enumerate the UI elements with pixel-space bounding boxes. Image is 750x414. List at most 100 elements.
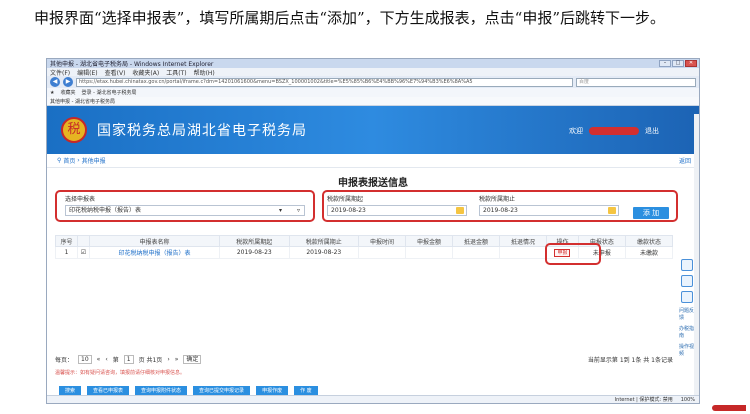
back-arrow-icon[interactable]: ◀ xyxy=(50,77,60,87)
page-input[interactable]: 1 xyxy=(123,355,134,364)
col-amount: 申报金额 xyxy=(405,235,454,247)
minimize-button[interactable]: – xyxy=(659,60,671,67)
tab-current[interactable]: 其他申报 - 湖北省电子税务局 xyxy=(50,98,115,105)
breadcrumb-current[interactable]: 其他申报 xyxy=(82,156,106,165)
row-name-link[interactable]: 印花税纳税申报（报告）表 xyxy=(89,246,220,259)
last-page-icon[interactable]: » xyxy=(175,356,179,363)
report-select-label: 选择申报表 xyxy=(65,196,96,203)
pagination: 每页： 10 « ‹ 第 1 页 共1页 › » 确定 当前显示第 1到 1条 … xyxy=(55,355,673,364)
report-form: 选择申报表 印花税纳税申报（报告）表 ▾ ▿ 税款所属期起 2019-08-23… xyxy=(47,190,699,226)
period-end-value: 2019-08-23 xyxy=(483,207,518,214)
prev-page-icon[interactable]: ‹ xyxy=(105,356,107,363)
menu-file[interactable]: 文件(F) xyxy=(50,68,70,77)
period-end-label: 税款所属期止 xyxy=(479,196,516,203)
maximize-button[interactable]: □ xyxy=(672,60,684,67)
add-button[interactable]: 添 加 xyxy=(633,207,669,219)
zone-status: Internet | 保护模式: 禁用 xyxy=(614,397,673,403)
page-title: 申报表报送信息 xyxy=(338,178,408,189)
side-video[interactable]: 操作视频 xyxy=(679,343,695,357)
corner-logo xyxy=(712,405,746,411)
col-refund-status: 抵退情况 xyxy=(499,235,547,247)
col-time: 申报时间 xyxy=(358,235,407,247)
row-time xyxy=(358,246,407,259)
row-amount xyxy=(405,246,454,259)
filter-icon[interactable]: ▿ xyxy=(297,206,300,215)
col-start: 税款所属期起 xyxy=(219,235,290,247)
menu-edit[interactable]: 编辑(E) xyxy=(77,68,97,77)
menu-view[interactable]: 查看(V) xyxy=(105,68,126,77)
period-end-group: 税款所属期止 2019-08-23 xyxy=(479,194,619,216)
calendar-icon[interactable] xyxy=(456,207,464,214)
highlight-declare xyxy=(545,243,601,265)
page-label: 第 xyxy=(112,357,119,364)
user-area: 欢迎 退出 xyxy=(569,126,659,136)
instruction-caption: 申报界面“选择申报表”，填写所属期后点击“添加”，下方生成报表，点击“申报”后跳… xyxy=(34,9,666,27)
site-banner: 税 国家税务总局湖北省电子税务局 欢迎 退出 xyxy=(47,106,699,154)
period-start-value: 2019-08-23 xyxy=(331,207,366,214)
favorite-link-login[interactable]: 登录 - 湖北省电子税务局 xyxy=(82,89,137,96)
report-select[interactable]: 印花税纳税申报（报告）表 ▾ ▿ xyxy=(65,205,305,216)
next-page-icon[interactable]: › xyxy=(167,356,169,363)
forward-arrow-icon[interactable]: ▶ xyxy=(63,77,73,87)
favorites-star-icon[interactable]: ★ xyxy=(50,90,54,96)
col-refund: 抵退金额 xyxy=(452,235,501,247)
location-pin-icon: ⚲ xyxy=(57,157,62,164)
col-name: 申报表名称 xyxy=(89,235,220,247)
per-page-label: 每页： xyxy=(55,357,74,364)
side-feedback[interactable]: 问题反馈 xyxy=(679,307,695,321)
first-page-icon[interactable]: « xyxy=(97,356,101,363)
col-check xyxy=(77,235,90,247)
document-icon[interactable] xyxy=(681,291,693,303)
per-page-select[interactable]: 10 xyxy=(78,355,92,364)
row-pay: 未缴款 xyxy=(624,246,674,259)
tax-emblem-icon: 税 xyxy=(61,117,87,143)
breadcrumb-home[interactable]: 首页 xyxy=(63,156,75,165)
col-end: 税款所属期止 xyxy=(288,235,360,247)
back-link[interactable]: 返回 xyxy=(679,156,691,165)
logout-link[interactable]: 退出 xyxy=(645,126,659,136)
period-end-input[interactable]: 2019-08-23 xyxy=(479,205,619,216)
report-select-group: 选择申报表 印花税纳税申报（报告）表 ▾ ▿ xyxy=(65,194,305,216)
notice-text: 温馨提示：如有疑问请咨询，填报前请仔细核对申报信息。 xyxy=(55,370,186,376)
report-select-value: 印花税纳税申报（报告）表 xyxy=(69,207,142,214)
site-title: 国家税务总局湖北省电子税务局 xyxy=(97,123,307,139)
url-field[interactable]: https://etax.hubei.chinatax.gov.cn/porta… xyxy=(76,77,573,87)
search-input[interactable]: 百度 xyxy=(576,77,696,87)
browser-window: 其他申报 - 湖北省电子税务局 - Windows Internet Explo… xyxy=(46,58,700,404)
close-button[interactable]: ✕ xyxy=(685,60,697,67)
address-bar: ◀ ▶ https://etax.hubei.chinatax.gov.cn/p… xyxy=(47,76,699,88)
row-end: 2019-08-23 xyxy=(288,246,360,259)
row-start: 2019-08-23 xyxy=(219,246,290,259)
list-icon[interactable] xyxy=(681,259,693,271)
col-index: 序号 xyxy=(55,235,78,247)
col-pay: 缴款状态 xyxy=(624,235,674,247)
row-refund-status xyxy=(499,246,547,259)
menu-bar: 文件(F) 编辑(E) 查看(V) 收藏夹(A) 工具(T) 帮助(H) xyxy=(47,68,699,77)
redacted-username xyxy=(589,127,639,135)
scrollbar[interactable] xyxy=(694,114,699,397)
menu-help[interactable]: 帮助(H) xyxy=(194,68,215,77)
tab-bar: 其他申报 - 湖北省电子税务局 xyxy=(47,97,699,106)
grid-icon[interactable] xyxy=(681,275,693,287)
row-index: 1 xyxy=(55,246,78,259)
breadcrumb: ⚲ 首页 › 其他申报 返回 xyxy=(47,154,699,168)
menu-tools[interactable]: 工具(T) xyxy=(166,68,186,77)
favorites-bar: ★ 收藏夹 登录 - 湖北省电子税务局 xyxy=(47,88,699,97)
status-bar: Internet | 保护模式: 禁用 100% xyxy=(47,395,699,403)
row-checkbox[interactable]: ☑ xyxy=(77,246,90,259)
side-guide[interactable]: 办税指南 xyxy=(679,325,695,339)
favorites-label[interactable]: 收藏夹 xyxy=(60,89,75,96)
chevron-down-icon[interactable]: ▾ xyxy=(279,206,282,215)
side-toolbar: 问题反馈 办税指南 操作视频 xyxy=(679,259,695,357)
welcome-text: 欢迎 xyxy=(569,127,583,135)
zoom-level[interactable]: 100% xyxy=(681,397,695,403)
calendar-icon[interactable] xyxy=(608,207,616,214)
total-pages: 页 共1页 xyxy=(138,357,163,364)
go-button[interactable]: 确定 xyxy=(183,355,202,364)
period-start-input[interactable]: 2019-08-23 xyxy=(327,205,467,216)
record-summary: 当前显示第 1到 1条 共 1条记录 xyxy=(587,357,673,364)
menu-favorites[interactable]: 收藏夹(A) xyxy=(132,68,159,77)
row-refund xyxy=(452,246,501,259)
period-start-label: 税款所属期起 xyxy=(327,196,364,203)
period-start-group: 税款所属期起 2019-08-23 xyxy=(327,194,467,216)
